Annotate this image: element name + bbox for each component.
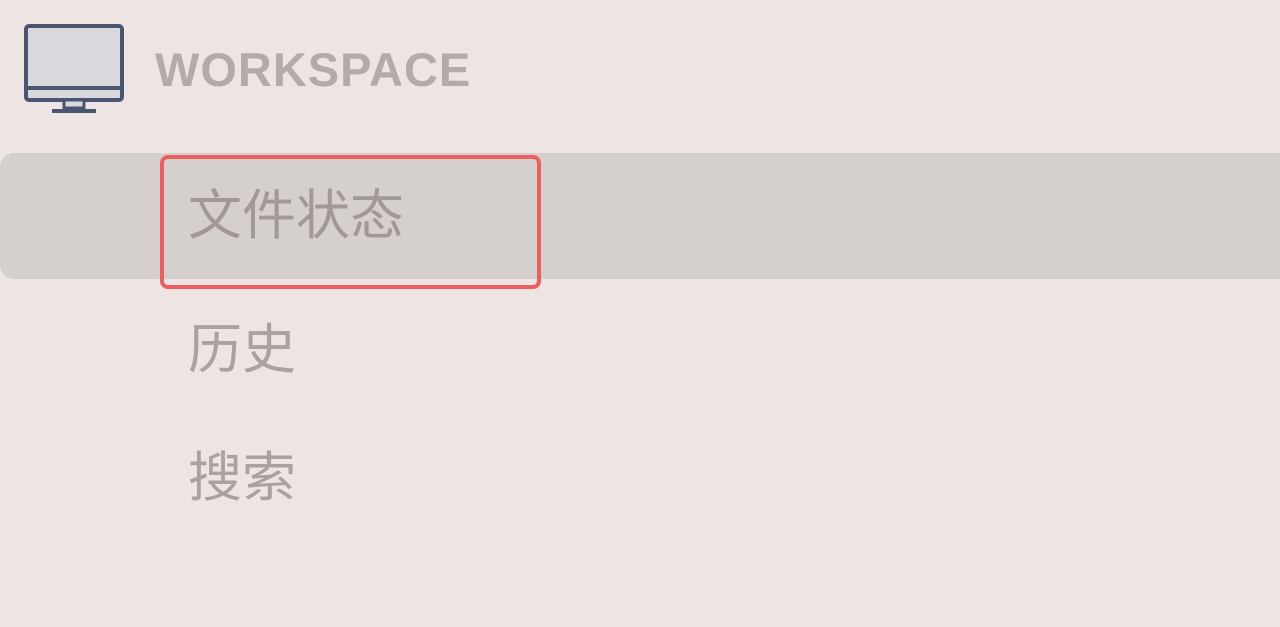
monitor-icon — [24, 24, 124, 113]
sidebar-item-history[interactable]: 历史 — [0, 290, 1280, 416]
workspace-section-header: WORKSPACE — [0, 0, 1280, 140]
section-title: WORKSPACE — [155, 43, 472, 96]
sidebar-item-label: 文件状态 — [188, 184, 404, 247]
sidebar-item-label: 搜索 — [188, 446, 296, 509]
sidebar-item-file-status[interactable]: 文件状态 — [0, 153, 1280, 279]
sidebar-item-search[interactable]: 搜索 — [0, 418, 1280, 544]
sidebar: WORKSPACE 文件状态 历史 搜索 — [0, 0, 1280, 627]
sidebar-item-label: 历史 — [188, 318, 296, 381]
